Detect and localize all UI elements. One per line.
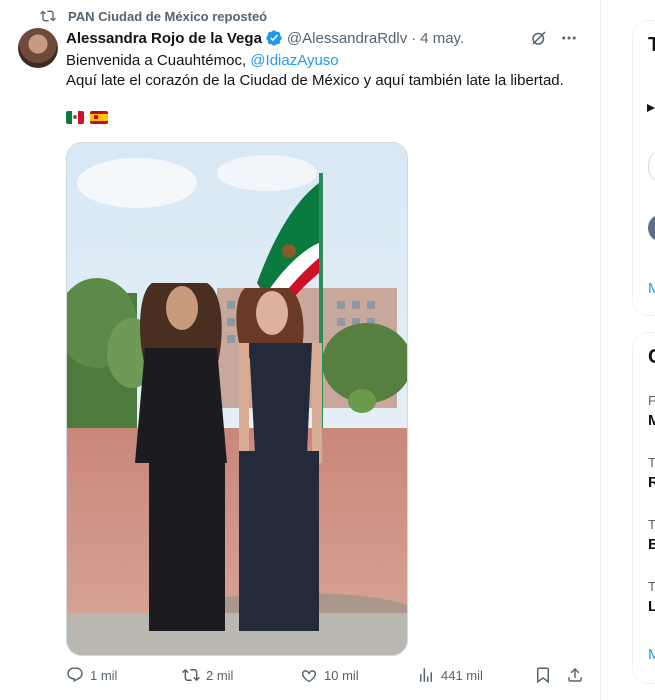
right-card-2 bbox=[632, 332, 655, 684]
tweet-header: Alessandra Rojo de la Vega @AlessandraRd… bbox=[66, 29, 596, 47]
trend-4-title[interactable]: L bbox=[648, 598, 655, 615]
tweet-actions: 1 mil 2 mil 10 mil 441 mil bbox=[66, 666, 586, 686]
flag-emojis bbox=[66, 111, 108, 124]
trend-1-title[interactable]: M bbox=[648, 412, 655, 429]
analytics-icon bbox=[420, 668, 432, 682]
spain-flag-icon bbox=[90, 111, 108, 124]
repost-label: PAN Ciudad de México reposteó bbox=[68, 8, 268, 24]
more-options-icon[interactable] bbox=[560, 29, 578, 47]
bookmark-icon bbox=[537, 667, 549, 684]
tweet-date[interactable]: 4 may. bbox=[420, 30, 464, 47]
right-card-1-title: T bbox=[648, 34, 655, 56]
view-count: 441 mil bbox=[441, 667, 483, 683]
tweet-text-prefix: Bienvenida a Cuauhtémoc, bbox=[66, 52, 251, 69]
trend-3-meta: T bbox=[648, 517, 655, 532]
tweet-text: Bienvenida a Cuauhtémoc, @IdiazAyuso Aqu… bbox=[66, 51, 586, 91]
tweet-card[interactable]: PAN Ciudad de México reposteó Alessandra… bbox=[0, 0, 600, 700]
mention-link[interactable]: @IdiazAyuso bbox=[250, 52, 338, 69]
tweet-text-line-2: Aquí late el corazón de la Ciudad de Méx… bbox=[66, 72, 564, 89]
like-count: 10 mil bbox=[324, 667, 359, 683]
repost-icon bbox=[40, 10, 56, 22]
tweet-photo[interactable] bbox=[66, 142, 408, 656]
reply-icon bbox=[67, 667, 83, 682]
share-button[interactable] bbox=[566, 666, 584, 684]
repost-button[interactable]: 2 mil bbox=[182, 666, 233, 684]
repost-indicator[interactable]: PAN Ciudad de México reposteó bbox=[40, 8, 267, 24]
trend-2-meta: T bbox=[648, 455, 655, 470]
separator-dot: · bbox=[411, 29, 417, 47]
share-icon bbox=[568, 667, 582, 682]
reply-button[interactable]: 1 mil bbox=[66, 666, 117, 684]
author-handle[interactable]: @AlessandraRdlv bbox=[287, 30, 407, 47]
tweet-text-line-1: Bienvenida a Cuauhtémoc, @IdiazAyuso bbox=[66, 51, 586, 71]
repost-count: 2 mil bbox=[206, 667, 234, 683]
trend-4-meta: T bbox=[648, 579, 655, 594]
partial-icon bbox=[647, 104, 655, 112]
reply-count: 1 mil bbox=[90, 667, 118, 683]
heart-icon bbox=[301, 670, 317, 683]
author-name[interactable]: Alessandra Rojo de la Vega bbox=[66, 30, 262, 47]
grok-icon[interactable] bbox=[530, 29, 548, 47]
trend-3-title[interactable]: E bbox=[648, 536, 655, 553]
column-divider bbox=[600, 0, 601, 700]
right-card-1-link[interactable]: M bbox=[648, 280, 655, 297]
photo-scene bbox=[67, 143, 407, 655]
right-card-2-link[interactable]: M bbox=[648, 646, 655, 663]
like-button[interactable]: 10 mil bbox=[300, 666, 359, 684]
mexico-flag-icon bbox=[66, 111, 84, 124]
verified-badge-icon[interactable] bbox=[265, 29, 283, 47]
views-button[interactable]: 441 mil bbox=[417, 666, 483, 684]
trend-1-meta: F bbox=[648, 393, 655, 408]
right-card-2-title: C bbox=[648, 346, 655, 369]
avatar[interactable] bbox=[18, 28, 58, 68]
retweet-icon bbox=[182, 668, 200, 682]
bookmark-button[interactable] bbox=[534, 666, 552, 684]
trend-2-title[interactable]: R bbox=[648, 474, 655, 491]
